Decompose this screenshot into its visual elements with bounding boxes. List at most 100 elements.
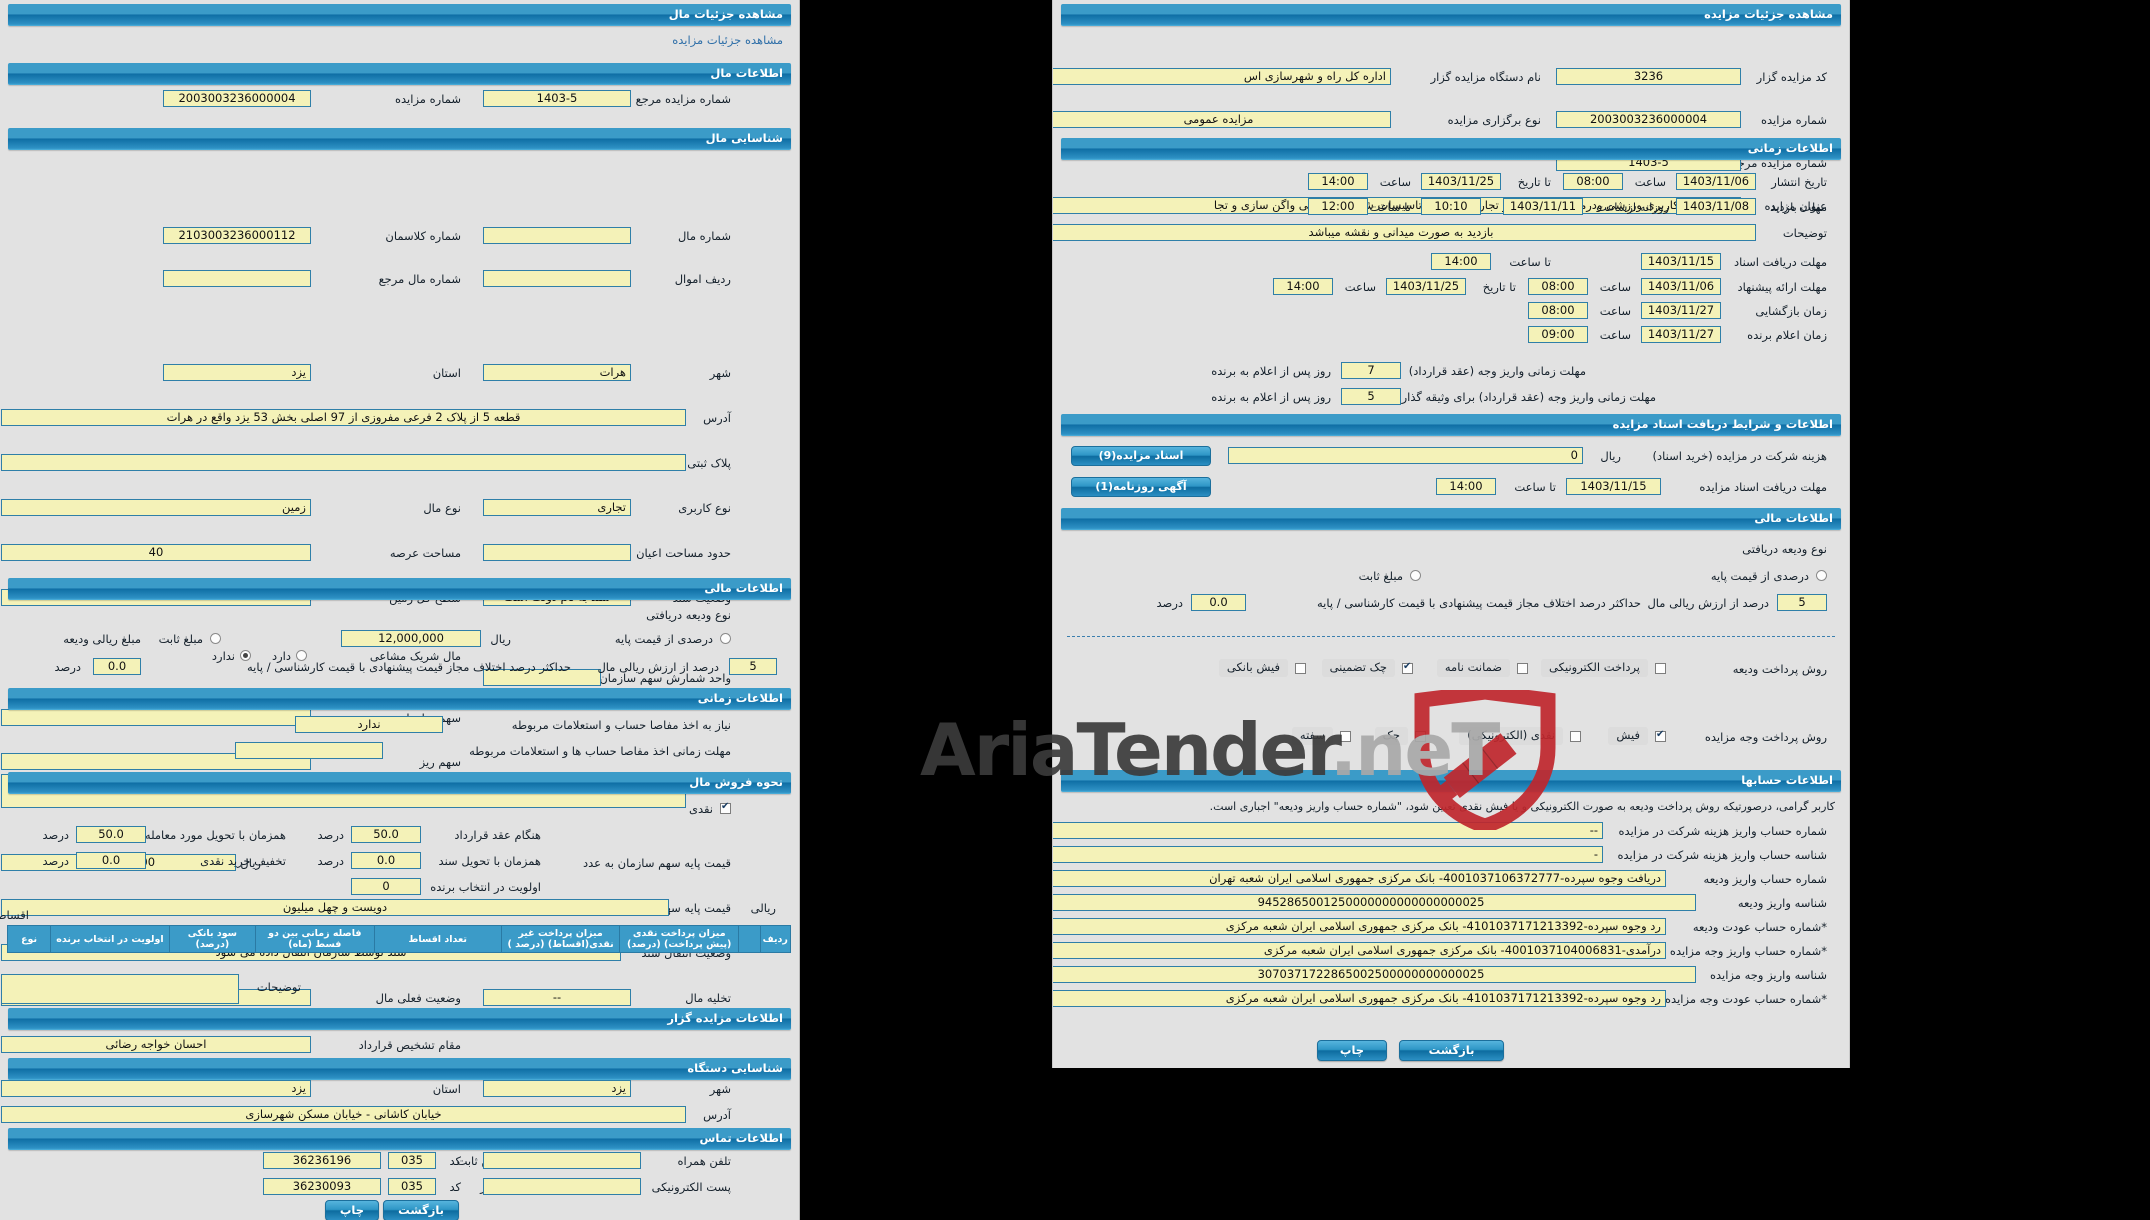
value-land-area[interactable]: 40: [1, 544, 311, 561]
left-print-button[interactable]: چاپ: [324, 1200, 379, 1220]
value-identity-type[interactable]: زمین: [1, 499, 311, 516]
value-visit-to-time[interactable]: 12:00: [1308, 198, 1368, 215]
value-hold-type[interactable]: مزایده عمومی: [1053, 111, 1391, 128]
value-ref-no[interactable]: 1403-5: [483, 90, 631, 107]
value-device-province[interactable]: یزد: [1, 1080, 311, 1097]
value-identity-address[interactable]: قطعه 5 از پلاک 2 فرعی مفروزی از 97 اصلی …: [1, 409, 686, 426]
value-sale-notes[interactable]: [1, 974, 239, 1004]
th-cash-percent: میزان پرداخت نقدی (پیش پرداخت) (درصد): [619, 925, 739, 953]
label-pay-promissory: سفته: [1291, 727, 1333, 745]
radio-fixed-amount-right[interactable]: [1410, 570, 1421, 581]
value-identity-city[interactable]: هرات: [483, 364, 631, 381]
value-asset-row[interactable]: [483, 270, 631, 287]
right-print-button[interactable]: چاپ: [1317, 1040, 1387, 1061]
value-auction-no[interactable]: 2003003236000004: [163, 90, 311, 107]
value-building-area[interactable]: [483, 544, 631, 561]
right-back-button[interactable]: بازگشت: [1399, 1040, 1504, 1061]
value-percent-of-value-right[interactable]: 5: [1777, 594, 1827, 611]
value-publish-date[interactable]: 1403/11/06: [1676, 173, 1756, 190]
value-winner-time[interactable]: 09:00: [1528, 326, 1588, 343]
checkbox-pay-promissory[interactable]: [1340, 731, 1351, 742]
value-property-no[interactable]: [483, 227, 631, 244]
label-winner-time: زمان اعلام برنده: [1747, 328, 1827, 342]
value-doc-receive-date[interactable]: 1403/11/15: [1641, 253, 1721, 270]
value-account-deposit-id[interactable]: 9452865001250000000000000000025: [1053, 894, 1696, 911]
value-account-participation-id[interactable]: -: [1053, 846, 1603, 863]
value-publish-to-date[interactable]: 1403/11/25: [1421, 173, 1501, 190]
value-email[interactable]: [483, 1178, 641, 1195]
value-fax[interactable]: 36230093: [263, 1178, 381, 1195]
value-account-participation-no[interactable]: --: [1053, 822, 1603, 839]
value-doc-receive-deadline-date[interactable]: 1403/11/15: [1566, 478, 1661, 495]
newspaper-notice-button[interactable]: آگهی روزنامه(1): [1071, 477, 1211, 497]
value-visit-date[interactable]: 1403/11/08: [1676, 198, 1756, 215]
checkbox-cash-sale[interactable]: [720, 801, 731, 814]
value-device-address[interactable]: خیابان کاشانی - خیابان مسکن شهرسازی: [1, 1106, 686, 1123]
link-auction-details[interactable]: مشاهده جزئیات مزایده: [672, 33, 783, 47]
section-header-financial-left: اطلاعات مالی: [8, 578, 791, 600]
value-ref-property-no[interactable]: [163, 270, 311, 287]
checkbox-guarantee-letter[interactable]: [1517, 663, 1528, 674]
checkbox-electronic-payment[interactable]: [1655, 663, 1666, 674]
value-base-price-words[interactable]: دویست و چهل میلیون: [1, 899, 669, 916]
value-doc-receive-time[interactable]: 14:00: [1431, 253, 1491, 270]
value-clearance[interactable]: ندارد: [295, 716, 443, 733]
left-back-button[interactable]: بازگشت: [383, 1200, 459, 1220]
value-auctioneer-org[interactable]: اداره کل راه و شهرسازی اس: [1053, 68, 1391, 85]
value-deposit-deadline[interactable]: 7: [1341, 362, 1401, 379]
value-auctioneer-code[interactable]: 3236: [1556, 68, 1741, 85]
value-publish-to-time[interactable]: 14:00: [1308, 173, 1368, 190]
value-right-auction-no[interactable]: 2003003236000004: [1556, 111, 1741, 128]
label-deposit-type-right: نوع ودیعه دریافتی: [1742, 542, 1827, 556]
value-cash-discount[interactable]: 0.0: [76, 852, 146, 869]
value-phone[interactable]: 36236196: [263, 1152, 381, 1169]
value-offer-to-date[interactable]: 1403/11/25: [1386, 278, 1466, 295]
label-max-diff-right: حداکثر درصد اختلاف مجاز قیمت پیشنهادی با…: [1316, 596, 1641, 610]
value-offer-from-time[interactable]: 08:00: [1528, 278, 1588, 295]
checkbox-pay-receipt[interactable]: [1655, 729, 1666, 742]
value-max-diff-right[interactable]: 0.0: [1191, 594, 1246, 611]
checkbox-bank-receipt[interactable]: [1295, 663, 1306, 674]
value-identity-usage[interactable]: تجاری: [483, 499, 631, 516]
value-visit-desc[interactable]: بازدید به صورت میدانی و نقشه میباشد: [1053, 224, 1756, 241]
value-identity-plate[interactable]: [1, 454, 686, 471]
radio-percent-of-base-right[interactable]: [1816, 570, 1827, 581]
value-account-deposit-no[interactable]: دریافت وجوه سپرده-4001037106372777- بانک…: [1053, 870, 1666, 887]
section-header-doc-terms: اطلاعات و شرایط دریافت اسناد مزایده: [1061, 414, 1841, 436]
value-deposit-rial[interactable]: 12,000,000: [341, 630, 481, 647]
radio-fixed-amount-left[interactable]: [210, 633, 221, 644]
value-account-auction-pay-id[interactable]: 3070371722865002500000000000025: [1053, 966, 1696, 983]
value-authority[interactable]: احسان خواجه رضائی: [1, 1036, 311, 1053]
checkbox-pay-cheque[interactable]: [1415, 731, 1426, 742]
value-open-date[interactable]: 1403/11/27: [1641, 302, 1721, 319]
value-offer-to-time[interactable]: 14:00: [1273, 278, 1333, 295]
value-offer-from-date[interactable]: 1403/11/06: [1641, 278, 1721, 295]
value-account-refund-auction[interactable]: رد وجوه سپرده-4101037171213392- بانک مرک…: [1053, 990, 1666, 1007]
value-device-city[interactable]: یزد: [483, 1080, 631, 1097]
value-on-doc[interactable]: 0.0: [351, 852, 421, 869]
value-on-delivery[interactable]: 50.0: [76, 826, 146, 843]
value-participation-cost[interactable]: 0: [1228, 447, 1583, 464]
value-on-contract[interactable]: 50.0: [351, 826, 421, 843]
value-doc-receive-deadline-time[interactable]: 14:00: [1436, 478, 1496, 495]
checkbox-certified-cheque[interactable]: [1402, 661, 1413, 674]
value-clearance-time[interactable]: [235, 742, 383, 759]
value-guarantee-deadline[interactable]: 5: [1341, 388, 1401, 405]
auction-documents-button[interactable]: اسناد مزایده(9): [1071, 446, 1211, 466]
value-open-time[interactable]: 08:00: [1528, 302, 1588, 319]
radio-percent-of-base-left[interactable]: [720, 633, 731, 644]
value-visit-from-time[interactable]: 10:10: [1421, 198, 1481, 215]
checkbox-pay-cash-electronic[interactable]: [1570, 731, 1581, 742]
value-phone-code[interactable]: 035: [388, 1152, 436, 1169]
value-visit-to-date[interactable]: 1403/11/11: [1503, 198, 1583, 215]
value-winner-date[interactable]: 1403/11/27: [1641, 326, 1721, 343]
value-identity-province[interactable]: یزد: [163, 364, 311, 381]
value-fax-code[interactable]: 035: [388, 1178, 436, 1195]
value-account-refund-deposit[interactable]: رد وجوه سپرده-4101037171213392- بانک مرک…: [1053, 918, 1666, 935]
value-mobile[interactable]: [483, 1152, 641, 1169]
value-class-no[interactable]: 2103003236000112: [163, 227, 311, 244]
value-publish-time[interactable]: 08:00: [1563, 173, 1623, 190]
value-max-diff-left[interactable]: 0.0: [93, 658, 141, 675]
value-priority[interactable]: 0: [351, 878, 421, 895]
value-account-auction-pay[interactable]: درآمدی-4001037104006831- بانک مرکزی جمهو…: [1053, 942, 1666, 959]
